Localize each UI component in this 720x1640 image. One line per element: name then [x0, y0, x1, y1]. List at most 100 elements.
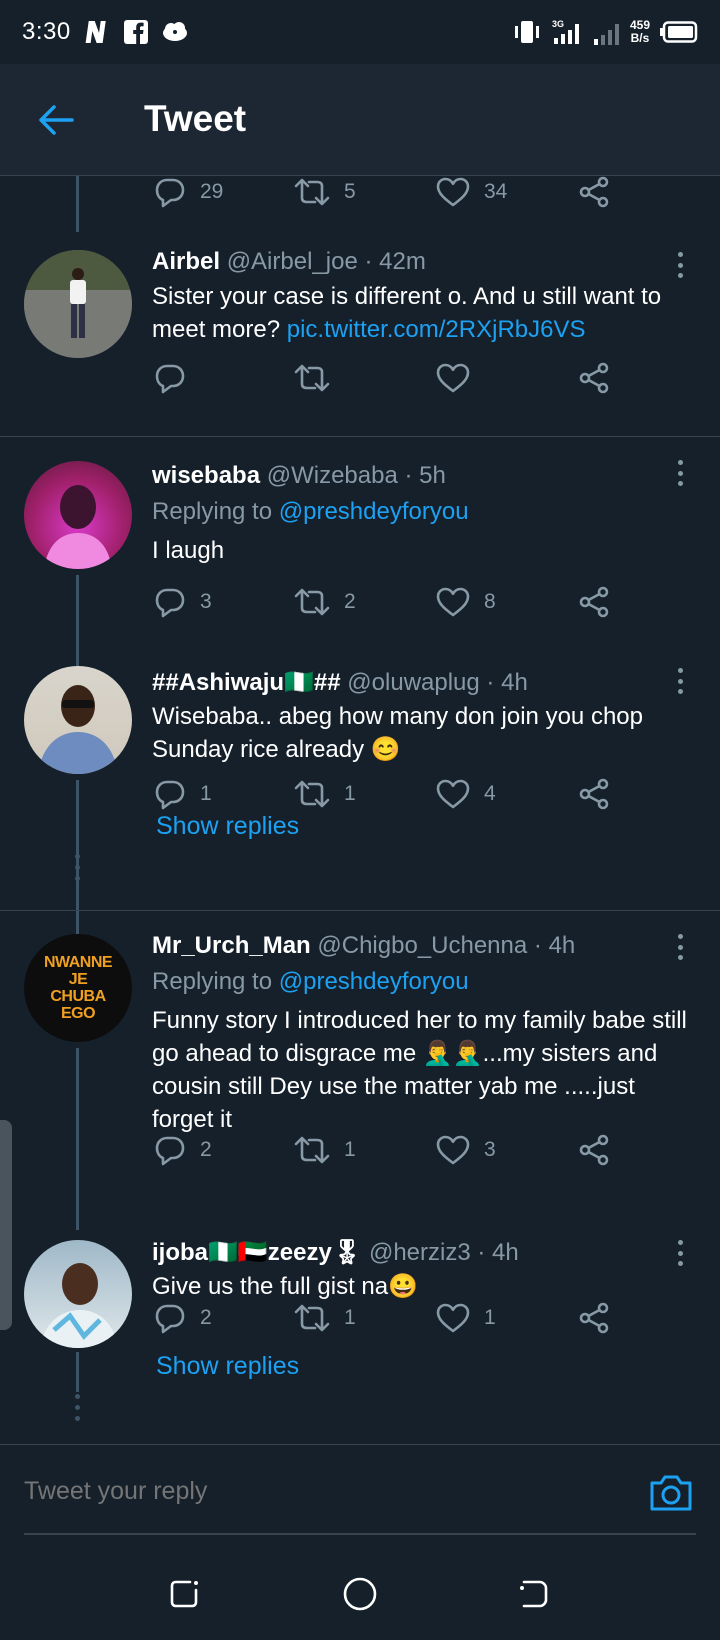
avatar-text: CHUBA: [50, 988, 106, 1005]
camera-button[interactable]: [648, 1473, 694, 1513]
cloud-icon: [161, 21, 189, 43]
reply-button[interactable]: 2: [154, 1132, 212, 1168]
share-icon: [579, 586, 609, 618]
avatar[interactable]: [24, 1240, 132, 1348]
thread-line: [76, 176, 79, 232]
back-nav-button[interactable]: [514, 1574, 554, 1614]
more-options-button[interactable]: [668, 250, 692, 280]
reply-button[interactable]: [154, 360, 186, 396]
replying-to-handle[interactable]: @preshdeyforyou: [279, 498, 469, 525]
avatar-photo-icon: [38, 685, 118, 774]
retweet-icon: [294, 1136, 330, 1164]
avatar[interactable]: [24, 666, 132, 774]
display-name[interactable]: ##Ashiwaju🇳🇬##: [152, 669, 341, 696]
like-count: 4: [484, 782, 496, 805]
reply-button[interactable]: 1: [154, 776, 212, 812]
timestamp: 42m: [379, 248, 426, 275]
divider: [0, 436, 720, 437]
retweet-button[interactable]: 1: [294, 1132, 356, 1168]
tweet-text: Funny story I introduced her to my famil…: [152, 1007, 687, 1133]
more-options-button[interactable]: [668, 458, 692, 488]
display-name[interactable]: Airbel: [152, 248, 220, 275]
show-replies-link[interactable]: Show replies: [156, 1352, 299, 1381]
tweet-actions: 3 2 8: [154, 584, 624, 620]
reply-icon: [155, 178, 185, 208]
thread-line: [76, 1352, 79, 1392]
timestamp: 4h: [501, 669, 528, 696]
retweet-icon: [294, 588, 330, 616]
share-button[interactable]: [578, 584, 610, 620]
share-button[interactable]: [578, 1300, 610, 1336]
display-name[interactable]: ijoba🇳🇬🇦🇪zeezy🎖: [152, 1239, 362, 1266]
timestamp: 4h: [548, 932, 576, 959]
avatar-logo: NWANNE JE CHUBA EGO: [24, 934, 132, 1042]
like-button[interactable]: 34: [436, 176, 507, 210]
show-replies-link[interactable]: Show replies: [156, 812, 299, 841]
divider: [0, 910, 720, 911]
like-button[interactable]: 3: [436, 1132, 496, 1168]
heart-icon: [436, 363, 470, 393]
recents-button[interactable]: [164, 1574, 204, 1614]
home-button[interactable]: [340, 1574, 380, 1614]
handle[interactable]: @Airbel_joe: [227, 248, 358, 275]
avatar[interactable]: [24, 250, 132, 358]
retweet-count: 2: [344, 590, 356, 613]
like-button[interactable]: 4: [436, 776, 496, 812]
reply-icon: [155, 588, 185, 618]
retweet-count: 5: [344, 180, 356, 203]
thread-line: [76, 1048, 79, 1230]
retweet-count: 1: [344, 1138, 356, 1161]
share-button[interactable]: [578, 1132, 610, 1168]
status-bar: 3:30 3G 459 B/s: [0, 0, 720, 64]
like-button[interactable]: 1: [436, 1300, 496, 1336]
retweet-button[interactable]: [294, 360, 330, 396]
heart-icon: [436, 177, 470, 207]
retweet-button[interactable]: 1: [294, 1300, 356, 1336]
retweet-count: 1: [344, 782, 356, 805]
heart-icon: [436, 1303, 470, 1333]
more-options-button[interactable]: [668, 932, 692, 962]
like-button[interactable]: [436, 360, 470, 396]
handle[interactable]: @Chigbo_Uchenna: [317, 932, 527, 959]
share-button[interactable]: [578, 176, 610, 210]
edge-panel-handle[interactable]: [0, 1120, 12, 1330]
dot-separator: ·: [533, 932, 542, 959]
timestamp: 5h: [419, 462, 446, 489]
share-button[interactable]: [578, 776, 610, 812]
back-nav-icon: [520, 1580, 548, 1608]
avatar[interactable]: NWANNE JE CHUBA EGO: [24, 934, 132, 1042]
reply-button[interactable]: 2: [154, 1300, 212, 1336]
reply-feed[interactable]: 29 5 34 Airbel @Airbel_joe · 42m Sister …: [0, 176, 720, 1444]
retweet-icon: [294, 780, 330, 808]
reply-input[interactable]: [24, 1471, 584, 1511]
retweet-button[interactable]: 2: [294, 584, 356, 620]
battery-icon: [660, 21, 698, 43]
replying-to: Replying to @preshdeyforyou: [152, 968, 469, 996]
retweet-icon: [294, 364, 330, 392]
system-nav-bar: [0, 1544, 720, 1640]
replying-to-handle[interactable]: @preshdeyforyou: [279, 968, 469, 995]
avatar-text: EGO: [60, 1005, 96, 1022]
avatar[interactable]: [24, 461, 132, 569]
dot-separator: ·: [486, 669, 495, 696]
like-count: 34: [484, 180, 508, 203]
more-options-button[interactable]: [668, 666, 692, 696]
reply-count: 2: [200, 1306, 212, 1329]
retweet-button[interactable]: 1: [294, 776, 356, 812]
media-link[interactable]: pic.twitter.com/2RXjRbJ6VS: [287, 316, 586, 343]
reply-icon: [155, 780, 185, 810]
handle[interactable]: @herziz3: [369, 1239, 471, 1266]
signal-weak-icon: [592, 19, 620, 45]
like-button[interactable]: 8: [436, 584, 496, 620]
display-name[interactable]: Mr_Urch_Man: [152, 932, 311, 959]
share-button[interactable]: [578, 360, 610, 396]
reply-button[interactable]: 3: [154, 584, 212, 620]
reply-button[interactable]: 29: [154, 176, 223, 210]
handle[interactable]: @oluwaplug: [347, 669, 479, 696]
display-name[interactable]: wisebaba: [152, 462, 260, 489]
avatar-photo-icon: [40, 1263, 118, 1348]
retweet-button[interactable]: 5: [294, 176, 356, 210]
back-button[interactable]: [36, 100, 76, 140]
handle[interactable]: @Wizebaba: [267, 462, 398, 489]
more-options-button[interactable]: [668, 1238, 692, 1268]
